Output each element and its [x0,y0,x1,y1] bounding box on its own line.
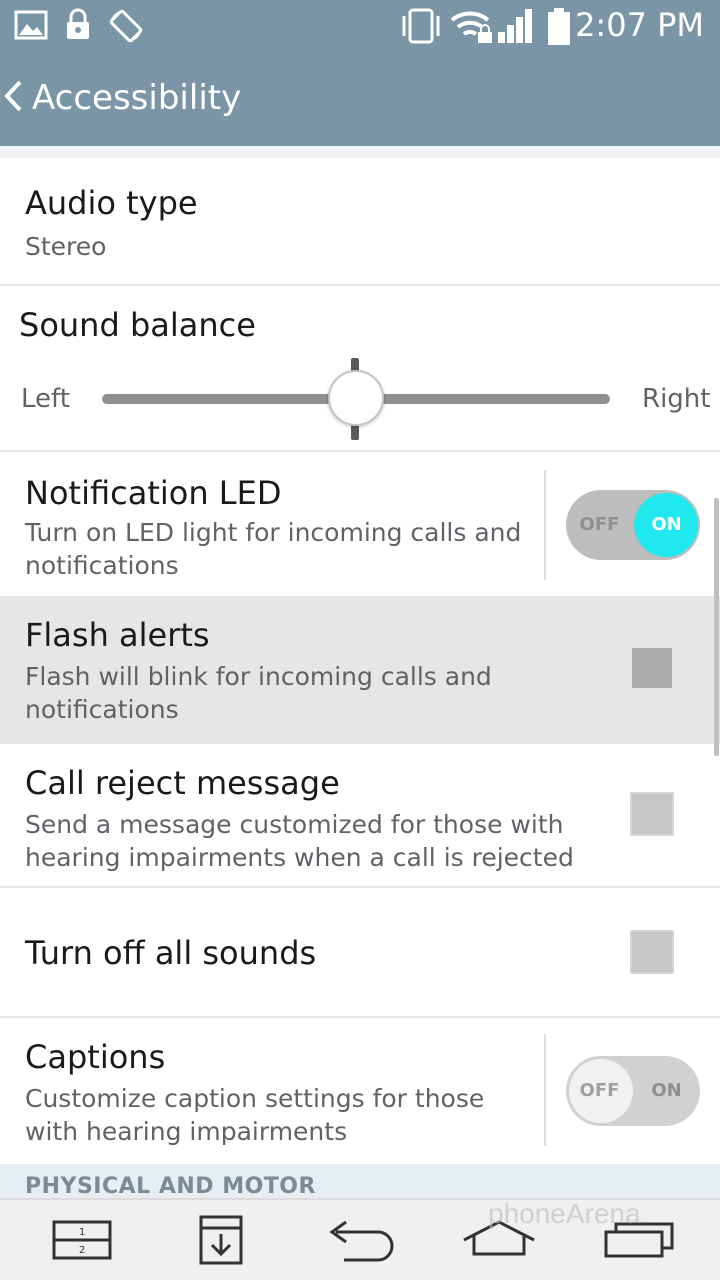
section-header-label: PHYSICAL AND MOTOR [25,1174,316,1198]
back-arrow-icon[interactable] [324,1220,396,1280]
toggle-on-label: ON [651,1080,682,1101]
svg-text:1: 1 [79,1227,85,1238]
watermark: phoneArena [488,1198,641,1229]
call-reject-message-summary: Send a message customized for those with… [25,810,574,872]
notes-download-icon[interactable] [198,1214,244,1280]
wifi-locked-icon [448,8,496,48]
captions-toggle[interactable]: OFF ON [566,1056,700,1126]
gallery-icon [14,8,48,46]
sound-balance-title: Sound balance [19,306,256,344]
battery-icon [546,8,572,50]
turn-off-all-sounds-checkbox[interactable] [630,930,674,974]
flash-alerts-checkbox[interactable] [630,646,674,690]
lock-icon [64,8,92,46]
scrollbar[interactable] [714,498,719,756]
notification-led-title: Notification LED [25,474,282,512]
status-time: 2:07 PM [575,6,704,44]
flash-alerts-item[interactable]: Flash alerts Flash will blink for incomi… [0,596,720,744]
status-bar: 2:07 PM [0,0,720,52]
page-title[interactable]: Accessibility [32,78,241,118]
call-reject-message-checkbox[interactable] [630,792,674,836]
balance-right-label: Right [642,384,711,414]
notification-led-toggle[interactable]: OFF ON [566,490,700,560]
toggle-off-label: OFF [579,1080,620,1101]
call-reject-message-title: Call reject message [25,764,340,802]
rotation-icon [108,8,144,48]
chevron-left-icon[interactable] [2,76,26,120]
call-reject-message-item[interactable]: Call reject message Send a message custo… [0,744,720,888]
section-header: PHYSICAL AND MOTOR [0,1164,720,1198]
vibrate-icon [400,8,444,48]
notification-led-summary: Turn on LED light for incoming calls and… [25,518,522,580]
audio-type-item[interactable]: Audio type Stereo [0,158,720,286]
audio-type-title: Audio type [25,184,198,222]
divider [0,146,720,158]
recent-apps-icon[interactable] [604,1222,674,1280]
divider [544,470,546,580]
flash-alerts-summary: Flash will blink for incoming calls and … [25,662,492,724]
toggle-off-label: OFF [579,514,620,535]
audio-type-summary: Stereo [25,232,107,261]
divider [544,1034,546,1146]
toggle-on-label: ON [651,514,682,535]
sound-balance-item: Sound balance [0,286,720,452]
action-bar: Accessibility [0,52,720,146]
turn-off-all-sounds-item[interactable]: Turn off all sounds [0,888,720,1018]
signal-icon [496,8,536,48]
turn-off-all-sounds-title: Turn off all sounds [25,934,317,972]
balance-left-label: Left [21,384,70,414]
flash-alerts-title: Flash alerts [25,616,210,654]
captions-title: Captions [25,1038,166,1076]
balance-slider-thumb[interactable] [328,370,384,426]
svg-text:2: 2 [79,1245,85,1256]
captions-summary: Customize caption settings for those wit… [25,1084,485,1146]
settings-list[interactable]: Audio type Stereo Sound balance Left Rig… [0,158,720,1198]
dual-window-icon[interactable]: 12 [52,1220,112,1280]
